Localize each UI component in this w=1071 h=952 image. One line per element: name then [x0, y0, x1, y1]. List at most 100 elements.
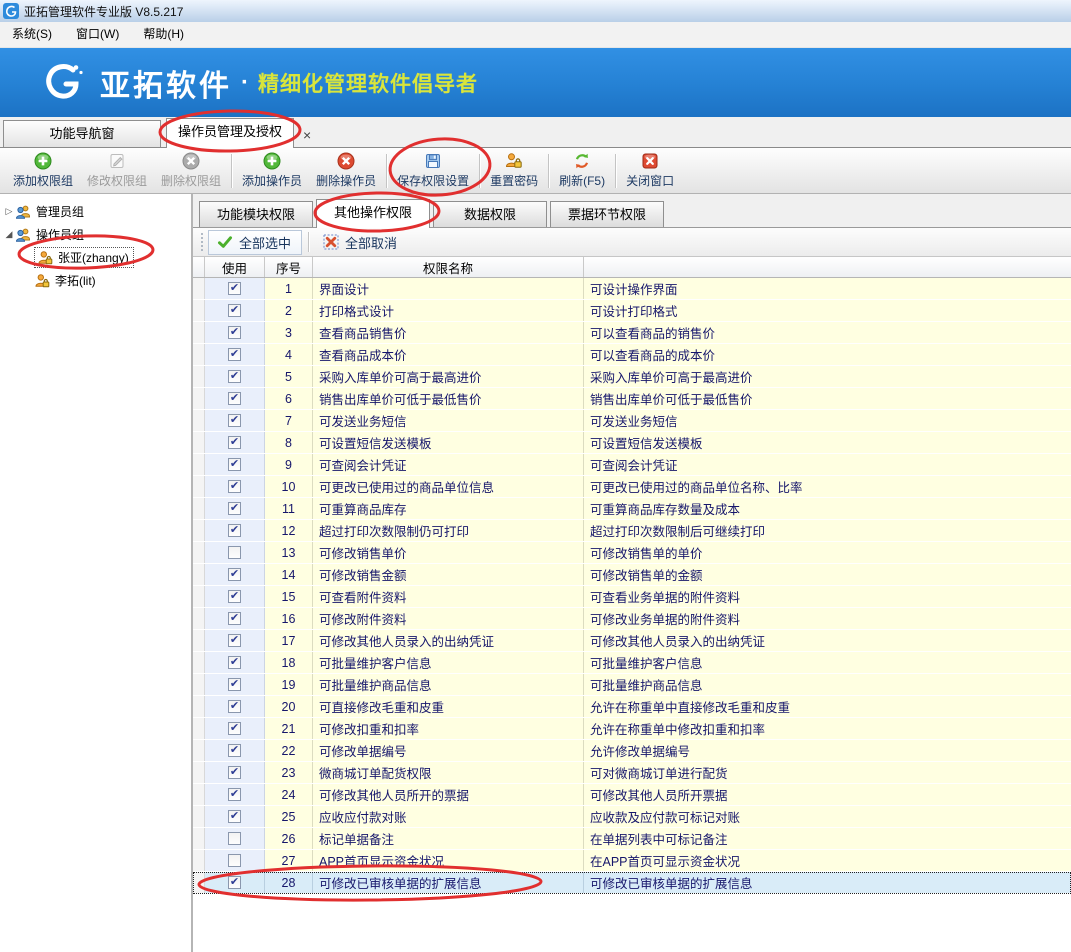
row-checkbox[interactable]: ✔ [228, 678, 241, 691]
row-use-cell: ✔ [205, 498, 265, 519]
tab-function-navigator[interactable]: 功能导航窗 [3, 120, 161, 147]
table-row[interactable]: ✔ 18 可批量维护客户信息 可批量维护客户信息 [193, 652, 1071, 674]
header-permission-name[interactable]: 权限名称 [313, 257, 584, 277]
main-toolbar: 添加权限组 修改权限组 删除权限组 添加操作员 删除操作员 保存权限设置 重置密… [0, 148, 1071, 194]
table-row[interactable]: 13 可修改销售单价 可修改销售单的单价 [193, 542, 1071, 564]
row-checkbox[interactable]: ✔ [228, 326, 241, 339]
tab-close-icon[interactable]: × [303, 128, 311, 142]
row-checkbox[interactable]: ✔ [228, 700, 241, 713]
table-row[interactable]: ✔ 17 可修改其他人员录入的出纳凭证 可修改其他人员录入的出纳凭证 [193, 630, 1071, 652]
table-row[interactable]: ✔ 9 可查阅会计凭证 可查阅会计凭证 [193, 454, 1071, 476]
table-row[interactable]: ✔ 20 可直接修改毛重和皮重 允许在称重单中直接修改毛重和皮重 [193, 696, 1071, 718]
row-indicator [193, 410, 205, 431]
header-use[interactable]: 使用 [205, 257, 265, 277]
tree-group-operators[interactable]: ◢ 操作员组 [0, 223, 191, 246]
table-row[interactable]: ✔ 11 可重算商品库存 可重算商品库存数量及成本 [193, 498, 1071, 520]
table-row[interactable]: ✔ 7 可发送业务短信 可发送业务短信 [193, 410, 1071, 432]
row-checkbox[interactable]: ✔ [228, 590, 241, 603]
tree-group-admins[interactable]: ▷ 管理员组 [0, 200, 191, 223]
tab-operator-management[interactable]: 操作员管理及授权 [166, 118, 294, 148]
row-permission-description: 可发送业务短信 [584, 410, 1071, 431]
table-row[interactable]: ✔ 12 超过打印次数限制仍可打印 超过打印次数限制后可继续打印 [193, 520, 1071, 542]
row-sequence-number: 3 [265, 322, 313, 343]
tab-data-permissions[interactable]: 数据权限 [433, 201, 547, 227]
table-row[interactable]: ✔ 4 查看商品成本价 可以查看商品的成本价 [193, 344, 1071, 366]
table-row[interactable]: ✔ 21 可修改扣重和扣率 允许在称重单中修改扣重和扣率 [193, 718, 1071, 740]
row-checkbox[interactable]: ✔ [228, 304, 241, 317]
row-indicator [193, 674, 205, 695]
row-checkbox[interactable]: ✔ [228, 722, 241, 735]
tree-item-lit[interactable]: 李拓(lit) [0, 269, 191, 292]
row-checkbox[interactable]: ✔ [228, 282, 241, 295]
menu-system[interactable]: 系统(S) [0, 24, 64, 45]
table-row[interactable]: ✔ 10 可更改已使用过的商品单位信息 可更改已使用过的商品单位名称、比率 [193, 476, 1071, 498]
row-checkbox[interactable]: ✔ [228, 612, 241, 625]
row-checkbox[interactable]: ✔ [228, 414, 241, 427]
table-row[interactable]: ✔ 22 可修改单据编号 允许修改单据编号 [193, 740, 1071, 762]
table-row[interactable]: 27 APP首页显示资金状况 在APP首页可显示资金状况 [193, 850, 1071, 872]
table-row[interactable]: ✔ 19 可批量维护商品信息 可批量维护商品信息 [193, 674, 1071, 696]
save-permission-settings-button[interactable]: 保存权限设置 [390, 151, 476, 190]
add-operator-button[interactable]: 添加操作员 [235, 151, 309, 190]
deselect-all-button[interactable]: 全部取消 [315, 231, 407, 254]
chevron-expanded-icon[interactable]: ◢ [3, 229, 15, 240]
tab-ticket-permissions[interactable]: 票据环节权限 [550, 201, 664, 227]
table-row[interactable]: 26 标记单据备注 在单据列表中可标记备注 [193, 828, 1071, 850]
table-row[interactable]: ✔ 2 打印格式设计 可设计打印格式 [193, 300, 1071, 322]
row-checkbox[interactable]: ✔ [228, 744, 241, 757]
row-checkbox[interactable]: ✔ [228, 788, 241, 801]
row-checkbox[interactable]: ✔ [228, 656, 241, 669]
table-row[interactable]: ✔ 24 可修改其他人员所开的票据 可修改其他人员所开票据 [193, 784, 1071, 806]
delete-operator-button[interactable]: 删除操作员 [309, 151, 383, 190]
row-permission-description: 可更改已使用过的商品单位名称、比率 [584, 476, 1071, 497]
select-all-button[interactable]: 全部选中 [208, 230, 302, 255]
toolbar-grip-handle[interactable] [200, 232, 204, 252]
row-checkbox[interactable]: ✔ [228, 524, 241, 537]
table-row[interactable]: ✔ 25 应收应付款对账 应收款及应付款可标记对账 [193, 806, 1071, 828]
table-row[interactable]: ✔ 16 可修改附件资料 可修改业务单据的附件资料 [193, 608, 1071, 630]
menu-help[interactable]: 帮助(H) [131, 24, 196, 45]
row-checkbox[interactable]: ✔ [228, 810, 241, 823]
row-checkbox[interactable]: ✔ [228, 392, 241, 405]
table-row[interactable]: ✔ 14 可修改销售金额 可修改销售单的金额 [193, 564, 1071, 586]
header-description[interactable] [584, 257, 1071, 277]
row-checkbox[interactable]: ✔ [228, 436, 241, 449]
row-use-cell: ✔ [205, 388, 265, 409]
tree-item-selected-box[interactable]: 张亚(zhangy) [34, 247, 134, 268]
table-row[interactable]: ✔ 15 可查看附件资料 可查看业务单据的附件资料 [193, 586, 1071, 608]
row-indicator [193, 872, 205, 893]
row-checkbox[interactable] [228, 854, 241, 867]
tab-other-permissions[interactable]: 其他操作权限 [316, 199, 430, 228]
table-row[interactable]: ✔ 23 微商城订单配货权限 可对微商城订单进行配货 [193, 762, 1071, 784]
table-row[interactable]: ✔ 5 采购入库单价可高于最高进价 采购入库单价可高于最高进价 [193, 366, 1071, 388]
row-use-cell: ✔ [205, 344, 265, 365]
reset-password-button[interactable]: 重置密码 [483, 151, 545, 190]
table-row[interactable]: ✔ 6 销售出库单价可低于最低售价 销售出库单价可低于最低售价 [193, 388, 1071, 410]
row-checkbox[interactable] [228, 546, 241, 559]
refresh-button[interactable]: 刷新(F5) [552, 151, 612, 190]
chevron-collapsed-icon[interactable]: ▷ [3, 206, 15, 217]
table-row[interactable]: ✔ 8 可设置短信发送模板 可设置短信发送模板 [193, 432, 1071, 454]
row-checkbox[interactable]: ✔ [228, 348, 241, 361]
row-checkbox[interactable] [228, 832, 241, 845]
row-checkbox[interactable]: ✔ [228, 370, 241, 383]
add-permission-group-button[interactable]: 添加权限组 [6, 151, 80, 190]
row-checkbox[interactable]: ✔ [228, 766, 241, 779]
row-indicator [193, 498, 205, 519]
tree-item-zhangy[interactable]: 张亚(zhangy) [0, 246, 191, 269]
table-row[interactable]: ✔ 28 可修改已审核单据的扩展信息 可修改已审核单据的扩展信息 [193, 872, 1071, 894]
tree-item-label: 李拓(lit) [55, 272, 96, 289]
table-row[interactable]: ✔ 3 查看商品销售价 可以查看商品的销售价 [193, 322, 1071, 344]
row-checkbox[interactable]: ✔ [228, 634, 241, 647]
row-checkbox[interactable]: ✔ [228, 480, 241, 493]
close-window-button[interactable]: 关闭窗口 [619, 151, 681, 190]
header-seq[interactable]: 序号 [265, 257, 313, 277]
table-row[interactable]: ✔ 1 界面设计 可设计操作界面 [193, 278, 1071, 300]
tab-module-permissions[interactable]: 功能模块权限 [199, 201, 313, 227]
row-sequence-number: 12 [265, 520, 313, 541]
menu-window[interactable]: 窗口(W) [64, 24, 131, 45]
row-checkbox[interactable]: ✔ [228, 568, 241, 581]
row-checkbox[interactable]: ✔ [228, 502, 241, 515]
row-checkbox[interactable]: ✔ [228, 458, 241, 471]
row-checkbox[interactable]: ✔ [228, 876, 241, 889]
